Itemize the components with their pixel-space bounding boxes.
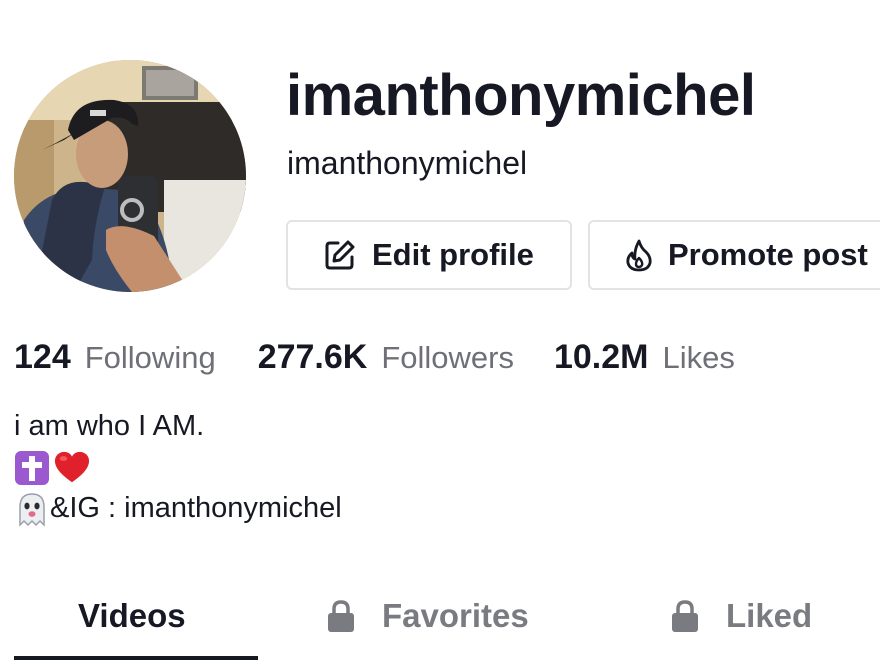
following-count: 124 [14, 338, 71, 376]
promote-post-button[interactable]: Promote post [588, 220, 880, 290]
promote-post-label: Promote post [668, 237, 868, 272]
ghost-emoji-icon [14, 491, 50, 527]
profile-nickname: imanthonymichel [287, 145, 528, 181]
profile-avatar[interactable] [14, 60, 246, 292]
followers-count: 277.6K [257, 338, 368, 376]
selected-tab-indicator [14, 656, 258, 660]
bio-line-1: i am who I AM. [14, 410, 205, 442]
flame-icon [624, 237, 654, 273]
lock-icon [670, 598, 700, 634]
avatar-photo [14, 60, 246, 292]
tab-liked-label: Liked [726, 597, 813, 634]
following-stat[interactable]: 124 Following [14, 338, 216, 377]
likes-label: Likes [662, 340, 735, 375]
latin-cross-emoji-icon [14, 450, 50, 486]
bio-line-2 [14, 447, 342, 488]
followers-label: Followers [381, 340, 514, 375]
profile-stats: 124 Following 277.6K Followers 10.2M Lik… [14, 338, 735, 377]
profile-bio: i am who I AM. &IG : imanthonymichel [14, 406, 342, 529]
bio-line-3: &IG : imanthonymichel [14, 488, 342, 529]
edit-profile-button[interactable]: Edit profile [286, 220, 572, 290]
likes-stat: 10.2M Likes [554, 338, 735, 377]
likes-count: 10.2M [553, 338, 649, 376]
profile-username: imanthonymichel [286, 63, 756, 128]
tab-videos-label: Videos [78, 597, 186, 634]
profile-tabs: Videos Favorites Liked [0, 580, 880, 660]
following-label: Following [84, 340, 216, 375]
tab-favorites[interactable]: Favorites [326, 580, 529, 652]
bio-line-3-text: &IG : imanthonymichel [50, 492, 342, 524]
edit-pencil-icon [322, 237, 358, 273]
tab-liked[interactable]: Liked [670, 580, 812, 652]
red-heart-emoji-icon [54, 450, 90, 486]
lock-icon [326, 598, 356, 634]
tab-favorites-label: Favorites [382, 597, 529, 634]
edit-profile-label: Edit profile [372, 237, 534, 272]
followers-stat[interactable]: 277.6K Followers [258, 338, 514, 377]
tab-videos[interactable]: Videos [78, 580, 186, 652]
